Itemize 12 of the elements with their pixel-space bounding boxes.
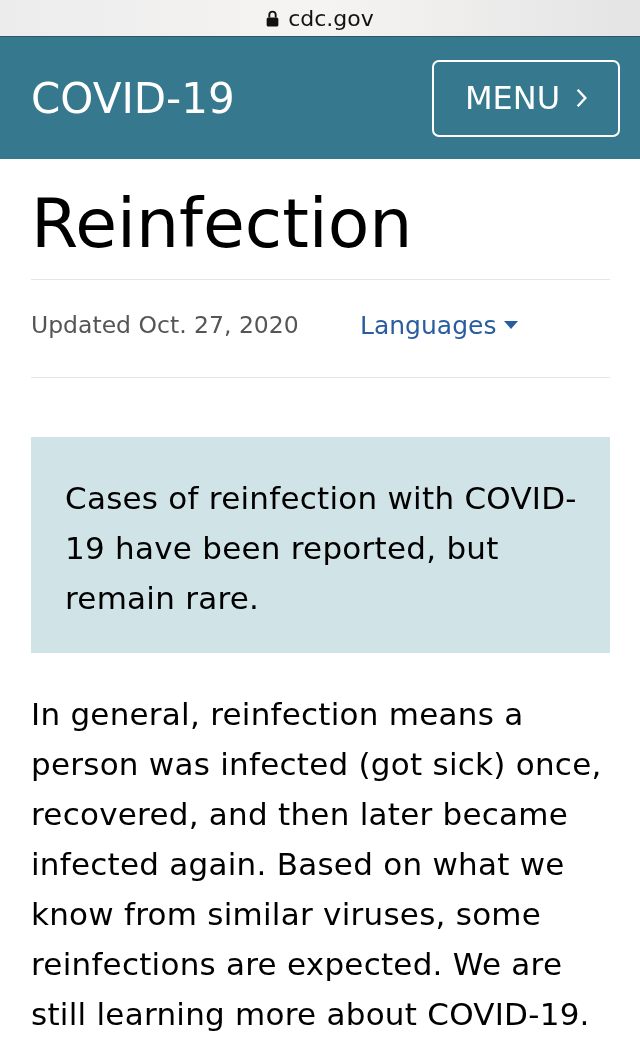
address-bar[interactable]: cdc.gov [0,0,640,37]
site-title[interactable]: COVID-19 [31,73,235,123]
page-title: Reinfection [31,183,414,265]
callout-text: Cases of reinfection with COVID-19 have been reported, but remain rare. [65,479,578,618]
chevron-icon [576,88,588,108]
updated-date: Updated Oct. 27, 2020 [31,311,300,339]
body-paragraph: In general, reinfection means a person was infected (got sick) once, recovered, and then later became infected again. Based on what we know from similar viruses, some reinfections are expected. We are still learning more about COVID-19. [31,695,603,1034]
lock-icon [266,9,280,27]
languages-link[interactable]: Languages [360,310,519,340]
caret-icon [504,321,519,329]
url-text: cdc.gov [288,5,374,31]
menu-button[interactable]: MENU [432,59,620,137]
